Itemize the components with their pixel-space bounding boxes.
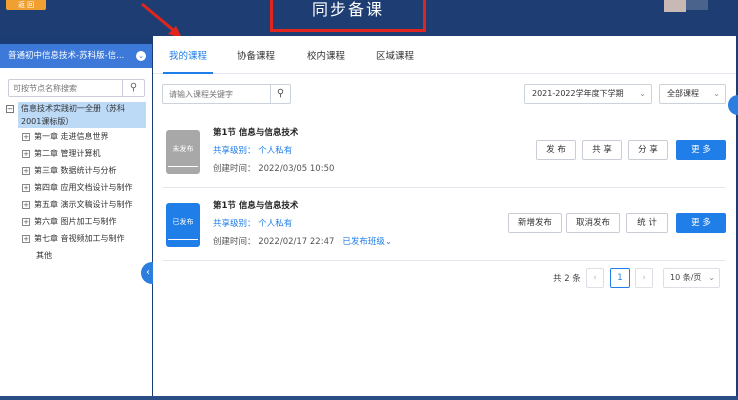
published-book-icon: 已发布 [166, 203, 200, 247]
publish-button[interactable]: 发 布 [536, 140, 576, 160]
created-time: 创建时间： 2022/03/05 10:50 [213, 162, 334, 174]
tree-root-label[interactable]: 信息技术实践初一全册（苏科2001课标版） [18, 102, 146, 128]
course-tabs: 我的课程 协备课程 校内课程 区域课程 [153, 36, 736, 74]
tree-item-label[interactable]: 第四章 应用文档设计与制作 [34, 182, 133, 193]
expand-icon[interactable]: + [22, 200, 30, 209]
pagination-total: 共 2 条 [553, 274, 581, 284]
status-badge: 已发布 [172, 218, 194, 226]
statistics-button[interactable]: 统 计 [626, 213, 668, 233]
tree-item-label[interactable]: 第六章 图片加工与制作 [34, 216, 117, 227]
next-page-button[interactable]: › [635, 268, 653, 288]
tree-item-chapter-5[interactable]: + 第五章 演示文稿设计与制作 [6, 196, 150, 213]
textbook-title: 普通初中信息技术-苏科版-信... [8, 51, 125, 61]
distribute-button[interactable]: 分 享 [628, 140, 668, 160]
published-classes-link[interactable]: 已发布班级⌄ [342, 237, 392, 247]
expand-icon[interactable]: + [22, 166, 30, 175]
tree-item-chapter-3[interactable]: + 第三章 数据统计与分析 [6, 162, 150, 179]
user-name-blur [686, 0, 708, 10]
add-publish-button[interactable]: 新增发布 [508, 213, 562, 233]
tree-item-label[interactable]: 第一章 走进信息世界 [34, 131, 109, 142]
semester-select[interactable]: 2021-2022学年度下学期 ⌄ [524, 84, 652, 104]
tree-item-label[interactable]: 其他 [36, 250, 52, 261]
page-title: 同步备课 [270, 0, 426, 32]
created-time: 创建时间： 2022/02/17 22:47 已发布班级⌄ [213, 235, 392, 247]
sidebar: 普通初中信息技术-苏科版-信... ⌄ ⚲ − 信息技术实践初一全册（苏科200… [0, 44, 152, 400]
published-classes-label[interactable]: 已发布班级 [342, 237, 385, 247]
page-size-select[interactable]: 10 条/页 ⌄ [663, 268, 720, 288]
collapse-icon[interactable]: − [6, 105, 14, 113]
tree-item-chapter-1[interactable]: + 第一章 走进信息世界 [6, 128, 150, 145]
more-button[interactable]: 更 多 [676, 140, 726, 160]
tab-region-courses[interactable]: 区域课程 [370, 36, 420, 74]
tree-item-chapter-6[interactable]: + 第六章 图片加工与制作 [6, 213, 150, 230]
tree-item-label[interactable]: 第二章 管理计算机 [34, 148, 101, 159]
avatar[interactable] [664, 0, 686, 12]
course-search: ⚲ [162, 84, 291, 104]
expand-icon[interactable]: + [22, 217, 30, 226]
chevron-left-icon: ‹ [593, 273, 597, 283]
bottom-edge [0, 396, 738, 400]
course-title[interactable]: 第1节 信息与信息技术 [213, 199, 298, 211]
tree-item-chapter-2[interactable]: + 第二章 管理计算机 [6, 145, 150, 162]
course-card: 未发布 第1节 信息与信息技术 共享级别： 个人私有 创建时间： 2022/03… [162, 118, 726, 188]
tab-my-courses[interactable]: 我的课程 [163, 36, 214, 74]
expand-icon[interactable]: + [22, 183, 30, 192]
back-button[interactable]: 返 回 [6, 0, 46, 10]
chevron-down-icon[interactable]: ⌄ [136, 51, 146, 61]
semester-value: 2021-2022学年度下学期 [532, 89, 624, 98]
expand-icon[interactable]: + [22, 149, 30, 158]
chevron-right-icon: › [642, 273, 646, 283]
course-search-input[interactable] [163, 85, 267, 103]
page-number[interactable]: 1 [610, 268, 630, 288]
tab-school-courses[interactable]: 校内课程 [301, 36, 351, 74]
tree-item-label[interactable]: 第七章 音视频加工与制作 [34, 233, 125, 244]
chapter-tree: − 信息技术实践初一全册（苏科2001课标版） + 第一章 走进信息世界 + 第二章… [6, 102, 150, 264]
search-icon[interactable]: ⚲ [122, 80, 144, 96]
more-button[interactable]: 更 多 [676, 213, 726, 233]
course-title[interactable]: 第1节 信息与信息技术 [213, 126, 298, 138]
scope-value: 全部课程 [667, 89, 699, 98]
chevron-down-icon: ⌄ [639, 89, 646, 98]
cancel-publish-button[interactable]: 取消发布 [566, 213, 620, 233]
top-bar: 返 回 同步备课 [0, 0, 738, 38]
node-search-input[interactable] [9, 80, 121, 96]
share-button[interactable]: 共 享 [582, 140, 622, 160]
tree-item-chapter-7[interactable]: + 第七章 音视频加工与制作 [6, 230, 150, 247]
created-time-text: 创建时间： 2022/03/05 10:50 [213, 164, 335, 174]
expand-icon[interactable]: + [22, 234, 30, 243]
tree-root[interactable]: − 信息技术实践初一全册（苏科2001课标版） [6, 102, 150, 128]
share-level: 共享级别： 个人私有 [213, 219, 293, 229]
expand-icon[interactable]: + [22, 132, 30, 141]
tree-item-label[interactable]: 第三章 数据统计与分析 [34, 165, 117, 176]
prev-page-button[interactable]: ‹ [586, 268, 604, 288]
chevron-left-icon: ‹ [146, 267, 150, 278]
chevron-down-icon: ⌄ [384, 237, 393, 247]
node-search: ⚲ [8, 79, 145, 97]
unpublished-book-icon: 未发布 [166, 130, 200, 174]
tree-item-other[interactable]: 其他 [6, 247, 150, 264]
tree-item-chapter-4[interactable]: + 第四章 应用文档设计与制作 [6, 179, 150, 196]
main-panel: 我的课程 协备课程 校内课程 区域课程 ⚲ 2021-2022学年度下学期 ⌄ … [153, 36, 736, 400]
textbook-selector[interactable]: 普通初中信息技术-苏科版-信... ⌄ [0, 44, 152, 68]
tab-collab-courses[interactable]: 协备课程 [231, 36, 281, 74]
course-card: 已发布 第1节 信息与信息技术 共享级别： 个人私有 创建时间： 2022/02… [162, 191, 726, 261]
chevron-down-icon: ⌄ [708, 273, 715, 282]
status-badge: 未发布 [172, 145, 194, 153]
created-time-text: 创建时间： 2022/02/17 22:47 [213, 237, 335, 247]
scope-select[interactable]: 全部课程 ⌄ [659, 84, 726, 104]
page-size-value: 10 条/页 [670, 273, 702, 282]
share-level: 共享级别： 个人私有 [213, 146, 293, 156]
search-icon[interactable]: ⚲ [270, 85, 290, 103]
tree-item-label[interactable]: 第五章 演示文稿设计与制作 [34, 199, 133, 210]
chevron-down-icon: ⌄ [713, 89, 720, 98]
